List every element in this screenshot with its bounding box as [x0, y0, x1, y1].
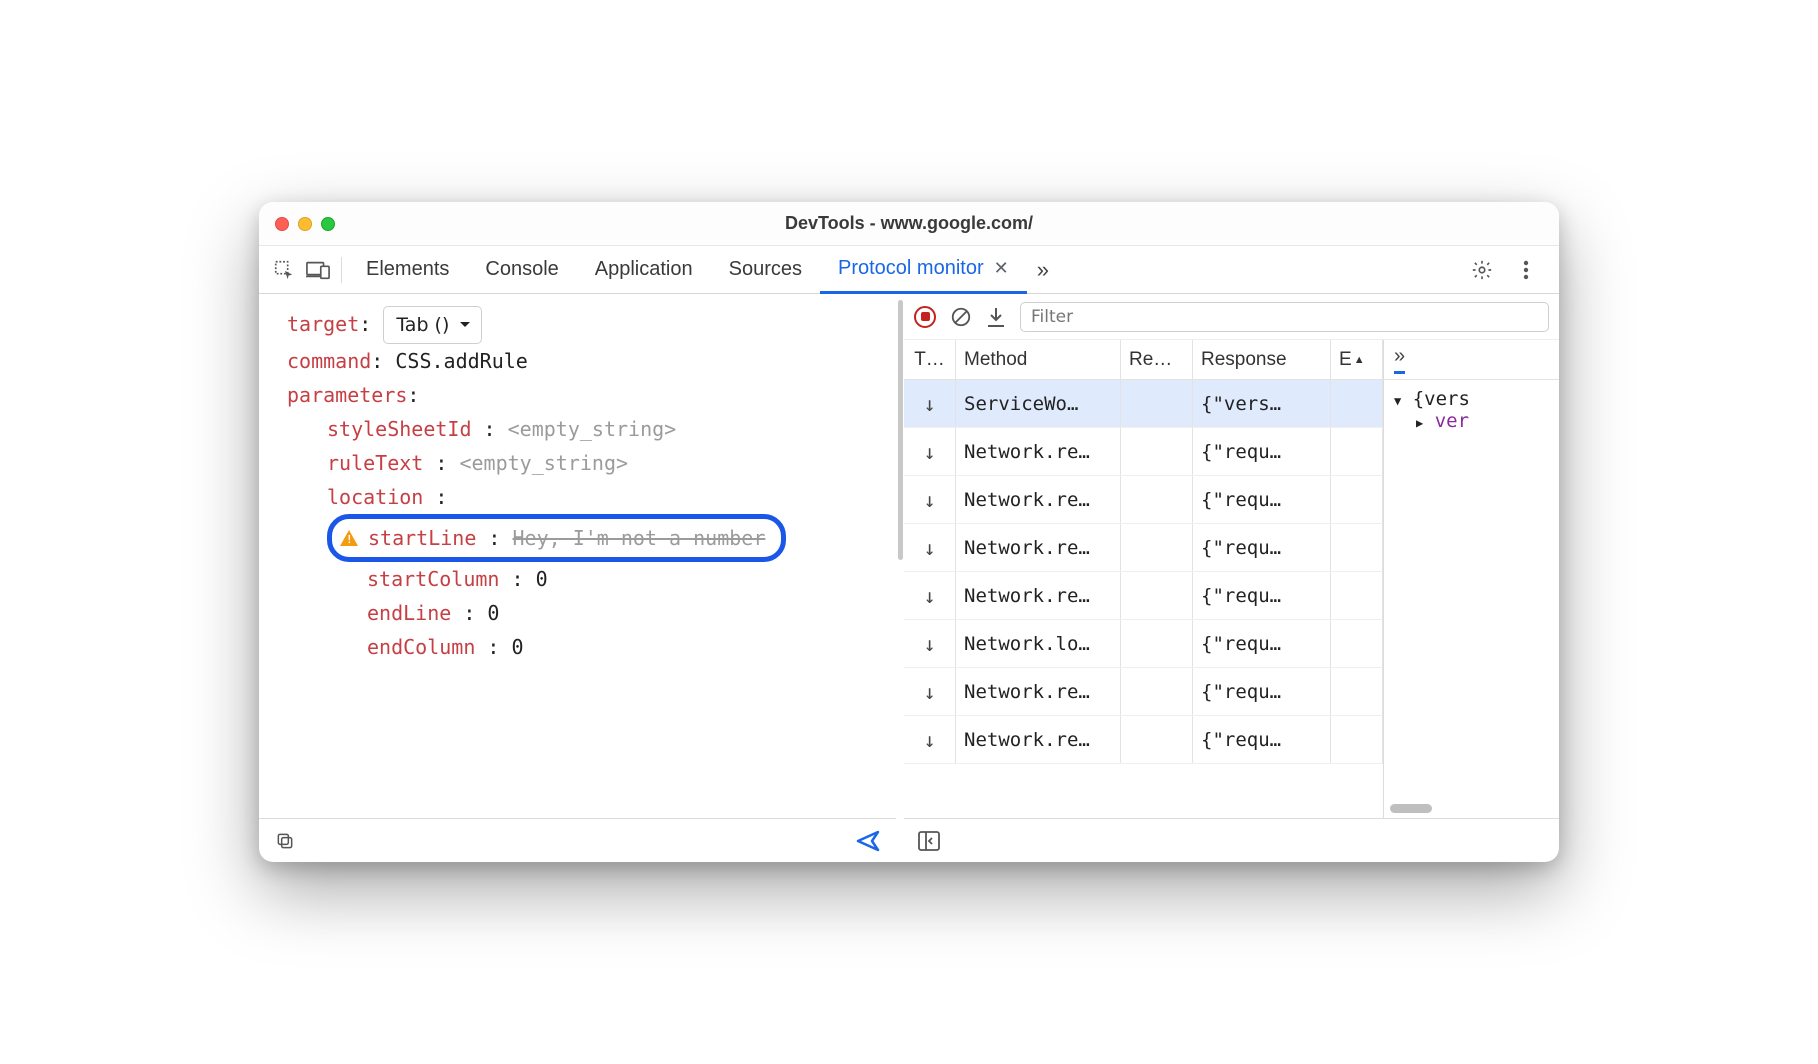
- fullscreen-window-button[interactable]: [321, 217, 335, 231]
- editor-footer: [259, 818, 896, 862]
- expand-icon[interactable]: ▼: [1394, 394, 1401, 408]
- command-editor: target: Tab () command: CSS.addRule para…: [259, 294, 896, 818]
- table-row[interactable]: ↓ Network.re… {"requ…: [904, 524, 1383, 572]
- detail-tabs-overflow[interactable]: »: [1394, 345, 1405, 374]
- parameters-row: parameters:: [287, 378, 878, 412]
- tab-label: Protocol monitor: [838, 257, 984, 280]
- target-label: target: [287, 312, 359, 336]
- detail-tabs: »: [1384, 340, 1559, 380]
- parameters-label: parameters: [287, 383, 407, 407]
- table-row[interactable]: ↓ Network.re… {"requ…: [904, 476, 1383, 524]
- table-row[interactable]: ↓ Network.re… {"requ…: [904, 572, 1383, 620]
- horizontal-scrollbar[interactable]: [1390, 804, 1432, 813]
- sort-asc-icon: ▲: [1354, 354, 1365, 366]
- arrow-down-icon: ↓: [923, 488, 935, 512]
- detail-pane: » ▼ {vers ▶ ver: [1384, 340, 1559, 818]
- col-elapsed[interactable]: E▲: [1331, 340, 1383, 379]
- window-controls: [275, 217, 335, 231]
- send-command-button[interactable]: [856, 830, 880, 852]
- protocol-log-pane: T… Method Re… Response E▲ ↓ ServiceWo… {…: [904, 294, 1559, 862]
- arrow-down-icon: ↓: [923, 440, 935, 464]
- tab-elements[interactable]: Elements: [348, 246, 467, 294]
- table-body[interactable]: ↓ ServiceWo… {"vers… ↓ Network.re… {"req…: [904, 380, 1383, 818]
- window-title: DevTools - www.google.com/: [259, 213, 1559, 234]
- table-row[interactable]: ↓ ServiceWo… {"vers…: [904, 380, 1383, 428]
- record-button[interactable]: [914, 306, 936, 328]
- main-tabbar: Elements Console Application Sources Pro…: [259, 246, 1559, 294]
- titlebar: DevTools - www.google.com/: [259, 202, 1559, 246]
- device-toolbar-icon[interactable]: [301, 253, 335, 287]
- col-method[interactable]: Method: [956, 340, 1121, 379]
- close-window-button[interactable]: [275, 217, 289, 231]
- validation-highlight: startLine : Hey, I'm not a number: [327, 514, 786, 562]
- table-row[interactable]: ↓ Network.re… {"requ…: [904, 428, 1383, 476]
- right-footer: [904, 818, 1559, 862]
- log-toolbar: [904, 294, 1559, 340]
- param-startcolumn[interactable]: startColumn : 0: [287, 562, 878, 596]
- table-row[interactable]: ↓ Network.lo… {"requ…: [904, 620, 1383, 668]
- close-tab-icon[interactable]: ✕: [994, 258, 1009, 279]
- param-ruletext[interactable]: ruleText : <empty_string>: [287, 446, 878, 480]
- col-response[interactable]: Response: [1193, 340, 1331, 379]
- messages-table: T… Method Re… Response E▲ ↓ ServiceWo… {…: [904, 340, 1384, 818]
- param-startline-row[interactable]: startLine : Hey, I'm not a number: [287, 514, 878, 562]
- param-stylesheetid[interactable]: styleSheetId : <empty_string>: [287, 412, 878, 446]
- tab-console[interactable]: Console: [467, 246, 576, 294]
- param-endcolumn[interactable]: endColumn : 0: [287, 630, 878, 664]
- clear-log-button[interactable]: [950, 306, 972, 328]
- arrow-down-icon: ↓: [923, 392, 935, 416]
- param-endline[interactable]: endLine : 0: [287, 596, 878, 630]
- table-row[interactable]: ↓ Network.re… {"requ…: [904, 668, 1383, 716]
- command-value: CSS.addRule: [395, 349, 527, 373]
- warning-icon: [340, 530, 358, 546]
- arrow-down-icon: ↓: [923, 680, 935, 704]
- target-select[interactable]: Tab (): [383, 306, 482, 344]
- chevron-down-icon: [459, 321, 471, 329]
- devtools-window: DevTools - www.google.com/ Elements Cons…: [259, 202, 1559, 862]
- target-row: target: Tab (): [287, 306, 878, 344]
- tab-application[interactable]: Application: [577, 246, 711, 294]
- pane-splitter[interactable]: [896, 294, 904, 862]
- panel-tabs: Elements Console Application Sources Pro…: [348, 246, 1059, 294]
- content-area: target: Tab () command: CSS.addRule para…: [259, 294, 1559, 862]
- minimize-window-button[interactable]: [298, 217, 312, 231]
- target-value: Tab (): [396, 309, 449, 341]
- toggle-sidebar-icon[interactable]: [918, 831, 940, 851]
- table-row[interactable]: ↓ Network.re… {"requ…: [904, 716, 1383, 764]
- more-menu-icon[interactable]: [1509, 253, 1543, 287]
- filter-input[interactable]: [1020, 302, 1549, 332]
- inspect-element-icon[interactable]: [267, 253, 301, 287]
- col-request[interactable]: Re…: [1121, 340, 1193, 379]
- log-split: T… Method Re… Response E▲ ↓ ServiceWo… {…: [904, 340, 1559, 818]
- col-type[interactable]: T…: [904, 340, 956, 379]
- param-location[interactable]: location :: [287, 480, 878, 514]
- copy-icon[interactable]: [275, 831, 295, 851]
- command-label: command: [287, 349, 371, 373]
- arrow-down-icon: ↓: [923, 728, 935, 752]
- table-header: T… Method Re… Response E▲: [904, 340, 1383, 380]
- detail-body[interactable]: ▼ {vers ▶ ver: [1384, 380, 1559, 818]
- expand-icon[interactable]: ▶: [1416, 416, 1423, 430]
- tabs-overflow-button[interactable]: »: [1027, 257, 1059, 283]
- arrow-down-icon: ↓: [923, 536, 935, 560]
- save-button[interactable]: [986, 306, 1006, 328]
- tab-sources[interactable]: Sources: [711, 246, 820, 294]
- tab-protocol-monitor[interactable]: Protocol monitor ✕: [820, 246, 1027, 294]
- settings-icon[interactable]: [1465, 253, 1499, 287]
- command-row: command: CSS.addRule: [287, 344, 878, 378]
- command-editor-pane: target: Tab () command: CSS.addRule para…: [259, 294, 896, 862]
- arrow-down-icon: ↓: [923, 584, 935, 608]
- arrow-down-icon: ↓: [923, 632, 935, 656]
- separator: [341, 257, 342, 283]
